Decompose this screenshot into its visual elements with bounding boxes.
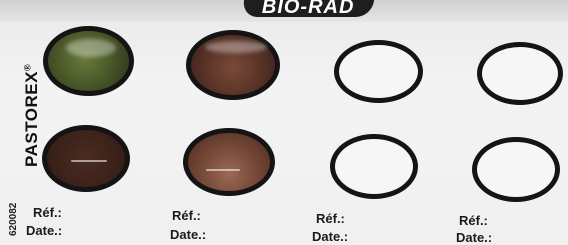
brand-label: PASTOREX®: [22, 64, 42, 167]
date-label-1: Date.:: [26, 223, 63, 238]
well-6: [183, 128, 275, 196]
well-5: [42, 125, 130, 192]
well-1: [43, 26, 134, 96]
well-8: [472, 137, 560, 202]
well-streak: [206, 169, 240, 171]
well-4: [477, 42, 563, 105]
well-2: [186, 30, 280, 100]
logo-text: BIO-RAD: [261, 0, 355, 18]
date-label-4: Date.:: [456, 230, 493, 245]
registered-mark: ®: [22, 63, 33, 72]
ref-label-1: Réf.:: [33, 205, 62, 220]
well-glare: [205, 41, 267, 53]
well-3: [334, 40, 423, 103]
ref-label-2: Réf.:: [172, 208, 201, 223]
ref-label-3: Réf.:: [316, 211, 345, 226]
well-glare: [66, 39, 116, 57]
date-label-2: Date.:: [170, 227, 207, 242]
well-7: [330, 134, 418, 199]
ref-label-4: Réf.:: [459, 213, 488, 228]
test-card: BIO-RAD PASTOREX® 620082 Réf.: Date.: Ré…: [0, 0, 568, 245]
well-streak: [71, 160, 107, 162]
bio-rad-logo: BIO-RAD: [241, 0, 377, 18]
date-label-3: Date.:: [312, 229, 349, 244]
brand-name: PASTOREX: [22, 71, 41, 167]
lot-code: 620082: [8, 202, 19, 236]
